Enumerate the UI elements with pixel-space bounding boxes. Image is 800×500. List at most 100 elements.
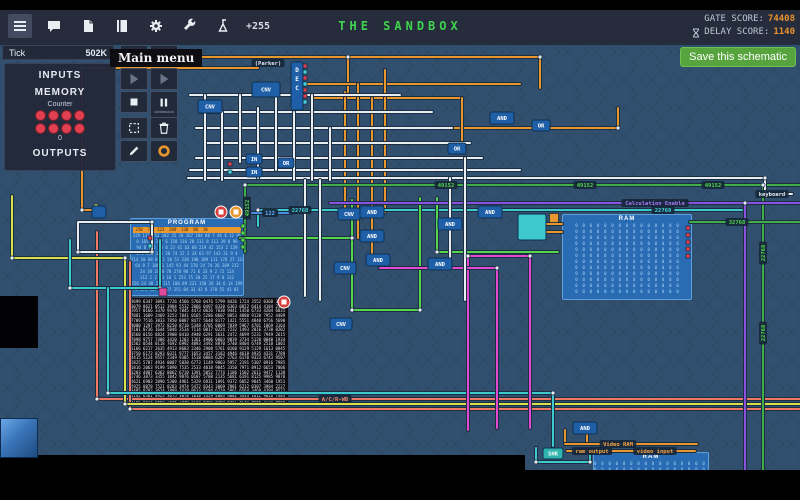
- wire-junction: [350, 308, 354, 312]
- gate-label: OR: [454, 147, 461, 153]
- wire[interactable]: [108, 288, 553, 393]
- gate-score-value: 74408: [768, 13, 795, 26]
- wire-label: 49152: [702, 181, 725, 189]
- counter-bit-led: [74, 110, 85, 121]
- counter-bit-led: [74, 123, 85, 134]
- wire-junction: [761, 183, 765, 187]
- save-schematic-button[interactable]: Save this schematic: [680, 47, 796, 67]
- memory-header[interactable]: MEMORY: [5, 87, 115, 98]
- counter-bit-led: [48, 110, 59, 121]
- stop-button[interactable]: [120, 91, 148, 113]
- svg-text:32768: 32768: [729, 220, 746, 226]
- wire[interactable]: [430, 108, 618, 128]
- pin: [148, 244, 152, 248]
- bottom-letterbox: [0, 470, 800, 500]
- play-icon: [157, 72, 171, 86]
- svg-text:122: 122: [265, 211, 275, 217]
- svg-text:49152: 49152: [577, 183, 594, 189]
- pin: [550, 214, 559, 223]
- gate-label: AND: [367, 234, 378, 240]
- outputs-header[interactable]: OUTPUTS: [5, 148, 115, 159]
- wire-junction: [350, 236, 354, 240]
- wire[interactable]: [78, 222, 152, 252]
- counter-dots: [34, 110, 86, 134]
- step-button[interactable]: [120, 68, 148, 90]
- wire-junction: [588, 460, 592, 464]
- wire[interactable]: [70, 240, 160, 288]
- wire-label: A/C/R-WB: [318, 395, 351, 403]
- counter-bit-led: [61, 110, 72, 121]
- ring-icon: [157, 144, 171, 158]
- counter-value: 0: [30, 135, 90, 142]
- wire-junction: [551, 391, 555, 395]
- gate-label: CNV: [205, 105, 216, 111]
- page-title: THE SANDBOX: [0, 19, 800, 33]
- score-panel: GATE SCORE: 74408 DELAY SCORE: 1140: [692, 13, 795, 39]
- button-glyph: [234, 210, 239, 215]
- svg-text:keyboard: keyboard: [759, 192, 786, 198]
- counter-component[interactable]: Counter 0: [30, 101, 90, 142]
- black-panel: [0, 296, 38, 348]
- select-button[interactable]: [120, 117, 148, 139]
- wire-label: video input: [633, 447, 676, 455]
- gate-label: AND: [497, 116, 508, 122]
- gate-box[interactable]: [518, 214, 546, 240]
- wire-label: 22768: [759, 242, 767, 265]
- gate-label: AND: [485, 210, 496, 216]
- svg-text:49152: 49152: [705, 183, 722, 189]
- wire-junction: [128, 407, 132, 411]
- counter-label: Counter: [30, 101, 90, 108]
- wire-outline: [78, 222, 152, 252]
- button-glyph: [282, 300, 287, 305]
- gate-label: AND: [367, 210, 378, 216]
- wire-junction: [95, 397, 99, 401]
- inputs-header[interactable]: INPUTS: [5, 70, 115, 81]
- wire-junction: [346, 55, 350, 59]
- wire-junction: [435, 250, 439, 254]
- gate-label: AND: [373, 258, 384, 264]
- bottom-left-black: [0, 455, 525, 471]
- pin: [686, 240, 690, 244]
- wire-junction: [80, 208, 84, 212]
- gate-label: AND: [445, 222, 456, 228]
- wire-label: 22768: [652, 206, 675, 214]
- gate-label: C: [295, 85, 299, 92]
- wire-junction: [123, 256, 127, 260]
- wire-junction: [123, 402, 127, 406]
- wire-junction: [743, 201, 747, 205]
- tick-label: Tick: [9, 48, 25, 58]
- pin: [686, 233, 690, 237]
- run-button[interactable]: [150, 68, 178, 90]
- wire-outline: [108, 288, 553, 393]
- wire-junction: [616, 126, 620, 130]
- svg-text:Calculation Enable: Calculation Enable: [625, 201, 685, 207]
- pin: [686, 226, 690, 230]
- wire-junction: [534, 460, 538, 464]
- delete-button[interactable]: [150, 117, 178, 139]
- gate-box[interactable]: [92, 206, 106, 218]
- pin: [686, 247, 690, 251]
- wire-label: 32768: [726, 218, 749, 226]
- pin: [159, 288, 167, 296]
- gate-label: CNV: [336, 322, 347, 328]
- button-glyph: [219, 210, 224, 215]
- loop-button[interactable]: [150, 140, 178, 162]
- pin: [241, 224, 245, 228]
- wire-junction: [528, 254, 532, 258]
- edit-button[interactable]: [120, 140, 148, 162]
- wire-junction: [68, 286, 72, 290]
- pause-button[interactable]: continuous: [150, 91, 178, 119]
- svg-text:A/C/R-WB: A/C/R-WB: [322, 397, 349, 403]
- pin: [303, 64, 307, 68]
- pencil-icon: [127, 144, 141, 158]
- main-menu-tooltip: Main menu: [110, 49, 202, 67]
- gate-label: CNV: [340, 266, 351, 272]
- minimap[interactable]: [0, 418, 38, 458]
- delay-score-value: 1140: [773, 26, 795, 39]
- counter-bit-led: [61, 123, 72, 134]
- wire-junction: [466, 254, 470, 258]
- svg-text:49152: 49152: [438, 183, 455, 189]
- pin: [148, 236, 152, 240]
- wire-label: Video RAM: [600, 440, 637, 448]
- pin: [228, 170, 232, 174]
